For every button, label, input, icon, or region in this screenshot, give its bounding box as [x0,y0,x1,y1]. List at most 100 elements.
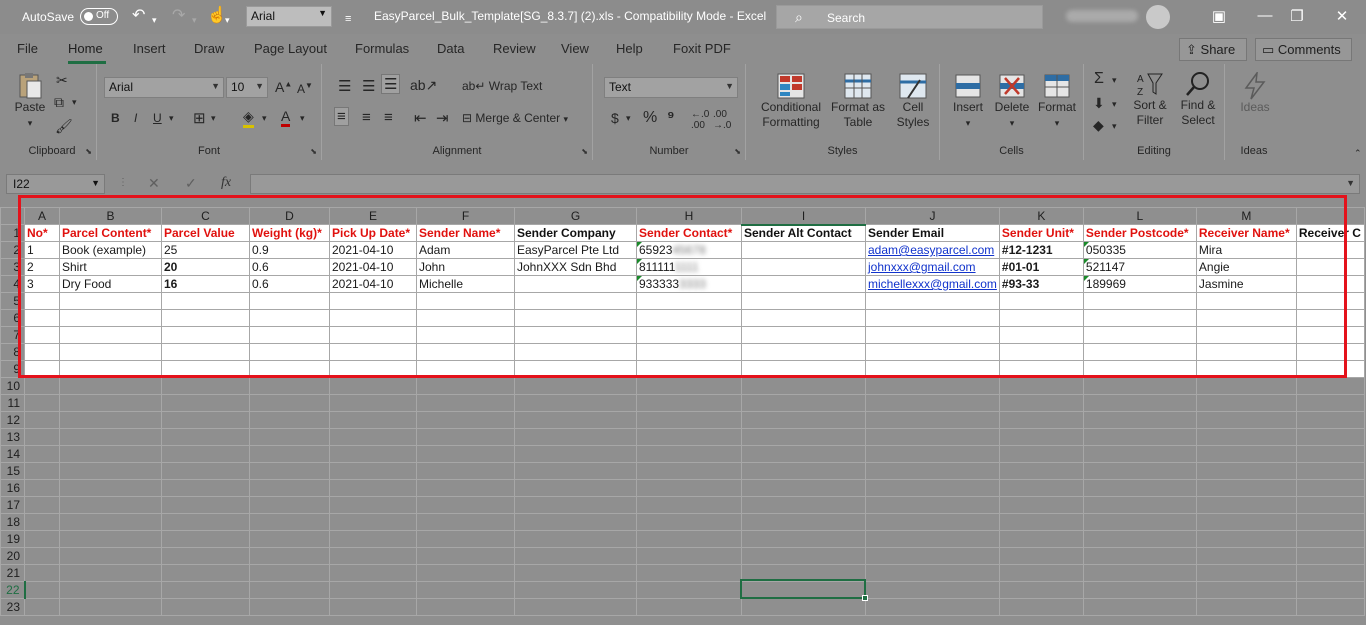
cell[interactable]: 2021-04-10 [329,275,417,293]
cell[interactable] [865,496,1000,514]
cell[interactable] [161,360,250,378]
header-cell[interactable]: Sender Email [865,224,1000,242]
cell[interactable] [416,309,515,327]
row-header[interactable]: 13 [0,428,25,446]
cell[interactable] [865,394,1000,412]
percent-icon[interactable]: % [643,109,657,127]
row-header[interactable]: 23 [0,598,25,616]
cell[interactable]: 2021-04-10 [329,258,417,276]
customize-qat-icon[interactable]: ≡ [345,10,351,28]
cell[interactable] [1295,343,1365,361]
cell[interactable] [998,564,1084,582]
cell[interactable] [416,547,515,565]
cell[interactable] [998,411,1084,429]
cell[interactable] [998,360,1084,378]
cell[interactable] [249,496,330,514]
row-header[interactable]: 21 [0,564,25,582]
cell[interactable] [514,428,637,446]
cell[interactable] [636,360,742,378]
cell[interactable] [636,581,742,599]
cell[interactable] [59,343,162,361]
cell[interactable] [741,292,866,310]
cell[interactable] [161,445,250,463]
cell[interactable] [1082,479,1197,497]
cell[interactable] [741,326,866,344]
column-header-b[interactable]: B [59,207,162,225]
format-as-table-button[interactable]: Format as Table [830,72,886,130]
cell[interactable] [161,309,250,327]
cell[interactable] [998,496,1084,514]
cell[interactable]: Book (example) [59,241,162,259]
touch-dropdown-icon[interactable]: ▾ [225,11,230,29]
cell[interactable] [636,496,742,514]
cell[interactable] [329,326,417,344]
underline-dropdown-icon[interactable]: ▾ [169,113,174,124]
cell[interactable] [741,479,866,497]
header-cell[interactable]: Receiver Name* [1195,224,1297,242]
cell[interactable] [1082,428,1197,446]
cell[interactable] [329,377,417,395]
cell[interactable] [59,547,162,565]
cell[interactable] [329,343,417,361]
cell[interactable] [1082,411,1197,429]
row-header[interactable]: 18 [0,513,25,531]
cell[interactable] [329,496,417,514]
cell[interactable] [741,411,866,429]
cell[interactable] [416,598,515,616]
cell[interactable] [1082,462,1197,480]
cell[interactable] [24,343,60,361]
cell[interactable] [161,326,250,344]
cell[interactable] [636,326,742,344]
cell[interactable] [1295,479,1365,497]
header-cell[interactable]: Sender Name* [416,224,515,242]
row-header[interactable]: 7 [0,326,25,344]
increase-font-icon[interactable]: A▲ [275,79,292,95]
tab-home[interactable]: Home [68,41,103,56]
header-cell[interactable]: Pick Up Date* [329,224,417,242]
cell[interactable] [59,377,162,395]
column-header-g[interactable]: G [514,207,637,225]
align-right-icon[interactable]: ≡ [384,109,393,126]
cell[interactable] [1295,496,1365,514]
email-link[interactable]: johnxxx@gmail.com [865,258,1000,276]
cell[interactable] [865,479,1000,497]
cell[interactable] [741,428,866,446]
cell[interactable] [1295,394,1365,412]
cell[interactable] [865,343,1000,361]
cell[interactable] [865,564,1000,582]
borders-dropdown-icon[interactable]: ▾ [211,113,216,124]
cell[interactable] [249,411,330,429]
cell[interactable] [865,462,1000,480]
cut-icon[interactable]: ✂ [56,72,68,89]
cell[interactable] [329,462,417,480]
cell[interactable] [24,479,60,497]
ribbon-display-icon[interactable]: ▣ [1204,7,1234,25]
cancel-entry-icon[interactable]: ✕ [148,175,160,192]
cell[interactable] [1195,462,1297,480]
cell[interactable] [24,513,60,531]
undo-dropdown-icon[interactable]: ▾ [152,11,157,29]
column-header-d[interactable]: D [249,207,330,225]
cell[interactable] [514,598,637,616]
header-cell[interactable]: Sender Unit* [998,224,1084,242]
cell[interactable] [636,598,742,616]
cell[interactable] [1295,513,1365,531]
cell[interactable] [998,326,1084,344]
cell[interactable] [1082,513,1197,531]
close-icon[interactable]: ✕ [1327,7,1357,25]
name-box[interactable]: I22 ▼ [6,174,105,194]
row-header[interactable]: 16 [0,479,25,497]
column-header-a[interactable]: A [24,207,60,225]
cell[interactable] [514,581,637,599]
cell[interactable] [1195,513,1297,531]
cell[interactable] [24,598,60,616]
cell[interactable]: 050335 [1082,241,1197,259]
cell[interactable] [865,377,1000,395]
cell[interactable] [998,581,1084,599]
column-header-j[interactable]: J [865,207,1000,225]
cell[interactable] [416,530,515,548]
cell[interactable] [865,360,1000,378]
fill-color-dropdown-icon[interactable]: ▾ [262,113,267,124]
cell[interactable] [416,394,515,412]
cell[interactable] [249,564,330,582]
